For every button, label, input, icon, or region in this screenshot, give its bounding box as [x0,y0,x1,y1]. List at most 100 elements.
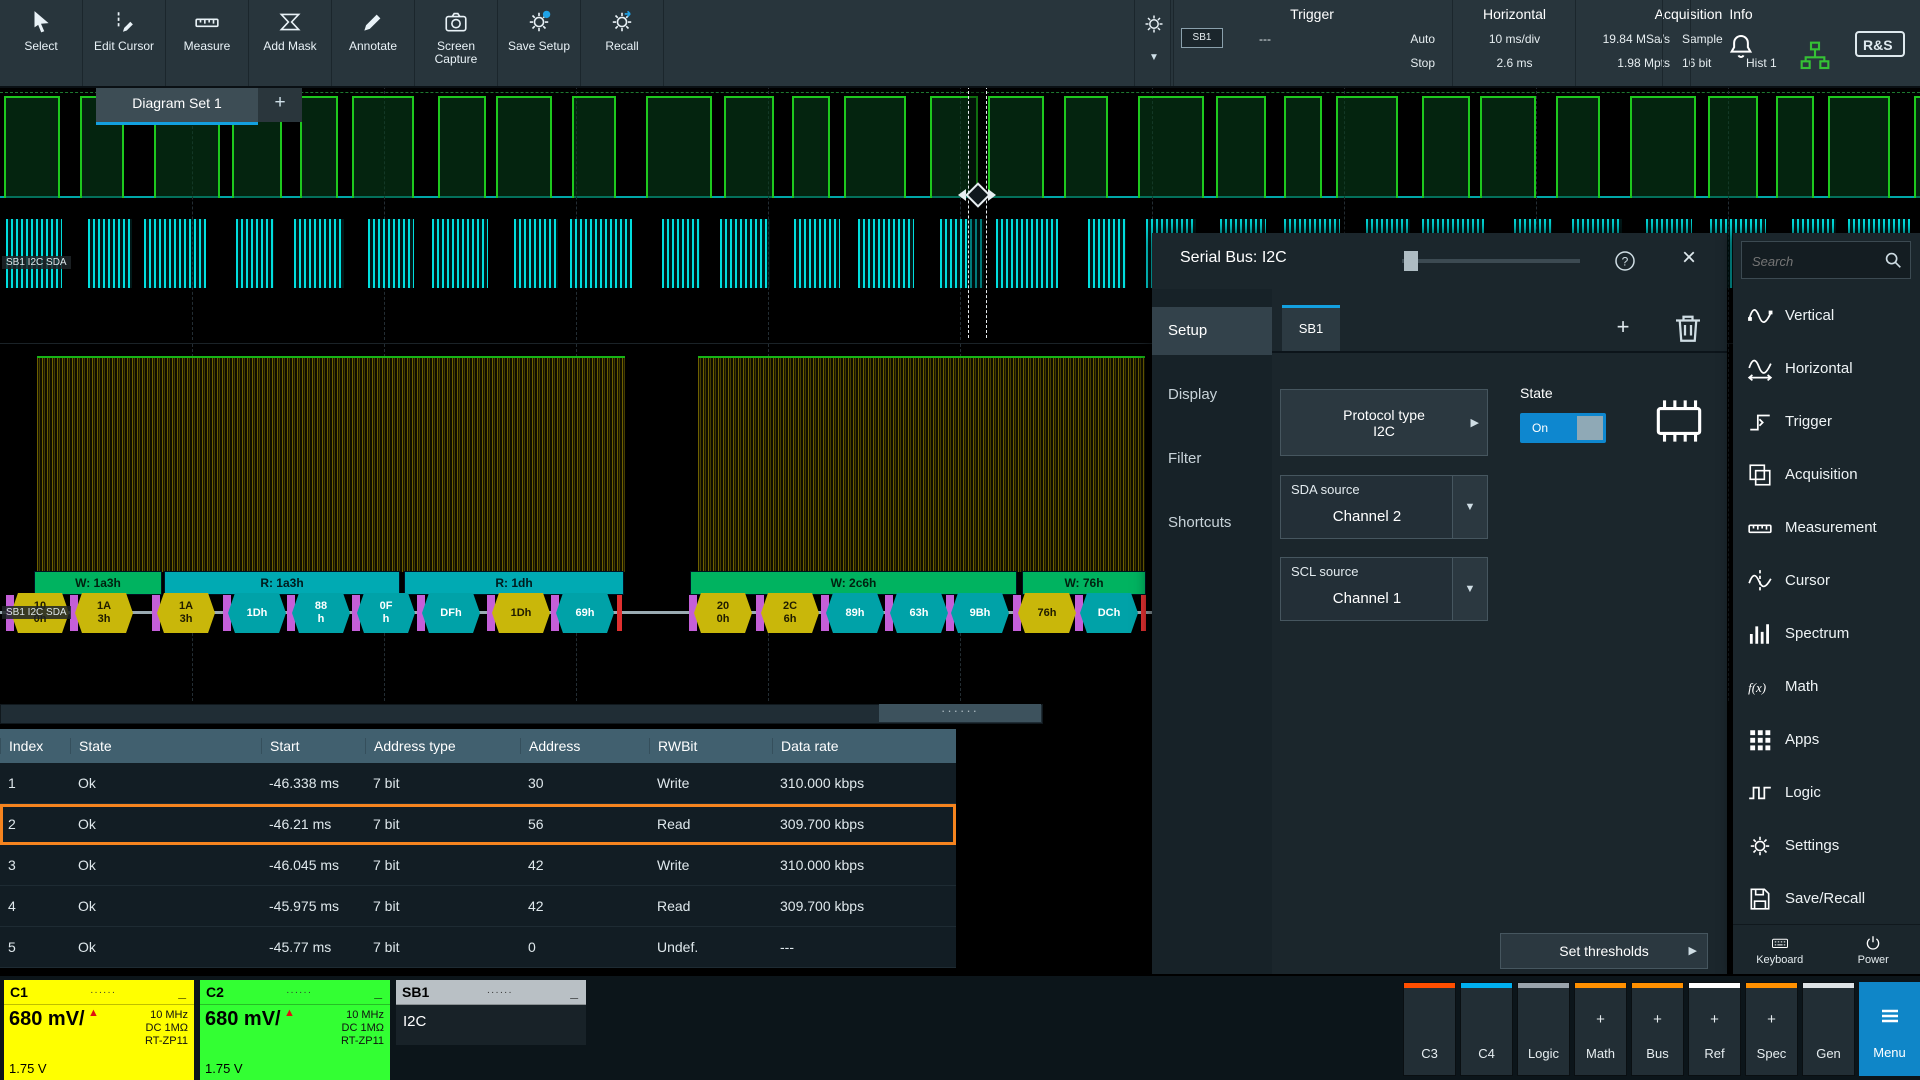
sidebar-item-save-recall[interactable]: Save/Recall [1733,872,1920,925]
add-bus-button[interactable]: + [1603,308,1643,348]
delete-bus-button[interactable] [1670,310,1706,346]
table-row-5[interactable]: 5Ok-45.77 ms7 bit0Undef.--- [0,927,956,968]
column-header-start[interactable]: Start [261,738,365,754]
state-toggle[interactable]: On [1520,413,1606,443]
channel-button-ref[interactable]: + Ref [1688,982,1741,1076]
channel-button-math[interactable]: + Math [1574,982,1627,1076]
minimize-icon[interactable]: _ [178,984,186,1000]
dropdown-arrow-icon[interactable]: ▼ [1452,558,1487,620]
close-dialog-button[interactable]: × [1676,243,1702,273]
table-row-4[interactable]: 4Ok-45.975 ms7 bit42Read309.700 kbps [0,886,956,927]
cursor-handle[interactable] [958,184,996,204]
minimize-icon[interactable]: _ [374,984,382,1000]
search-input[interactable] [1750,246,1874,276]
tab-sb1[interactable]: SB1 [1282,305,1340,351]
dialog-transparency-slider[interactable] [1402,259,1580,263]
cursor-line-left[interactable] [968,86,969,338]
column-header-state[interactable]: State [70,738,261,754]
channel-button-c4[interactable]: C4 [1460,982,1513,1076]
i2c-byte-88-h[interactable]: 88h [292,593,350,633]
i2c-frame-w-2c6h[interactable]: W: 2c6h [690,571,1017,595]
sb1-bus-badge[interactable]: SB1 ······ _ I2C [396,980,586,1080]
channel-badge-c2[interactable]: C2 ······ _ 680 mV/ ▲ 10 MHzDC 1MΩRT-ZP1… [200,980,390,1080]
tab-setup[interactable]: Setup [1152,307,1272,355]
i2c-byte-1dh[interactable]: 1Dh [492,593,550,633]
lan-status-icon[interactable] [1798,40,1832,72]
sidebar-item-apps[interactable]: Apps [1733,713,1920,766]
sidebar-item-measurement[interactable]: Measurement [1733,501,1920,554]
i2c-byte-dch[interactable]: DCh [1080,593,1138,633]
toolbar-button-select[interactable]: Select [0,0,83,86]
sidebar-item-math[interactable]: f(x) Math [1733,660,1920,713]
sidebar-item-settings[interactable]: Settings [1733,819,1920,872]
add-diagram-tab-button[interactable]: + [258,86,302,122]
keyboard-button[interactable]: Keyboard [1733,925,1827,974]
sidebar-item-spectrum[interactable]: Spectrum [1733,607,1920,660]
i2c-byte-20-0h[interactable]: 200h [694,593,752,633]
column-header-index[interactable]: Index [0,738,70,754]
i2c-byte-76h[interactable]: 76h [1018,593,1076,633]
sidebar-item-logic[interactable]: Logic [1733,766,1920,819]
tab-diagram-set-1[interactable]: Diagram Set 1 [96,86,258,125]
table-row-1[interactable]: 1Ok-46.338 ms7 bit30Write310.000 kbps [0,763,956,804]
sidebar-item-acquisition[interactable]: Acquisition [1733,448,1920,501]
sidebar-item-vertical[interactable]: Vertical [1733,289,1920,342]
i2c-frame-r-1dh[interactable]: R: 1dh [404,571,624,595]
search-box[interactable] [1741,241,1911,279]
toolbar-button-save-setup[interactable]: Save Setup [498,0,581,86]
cursor-line-right[interactable] [986,86,987,338]
dropdown-arrow-icon[interactable]: ▼ [1452,476,1487,538]
menu-button[interactable]: Menu [1859,982,1920,1076]
i2c-byte-1a-3h[interactable]: 1A3h [157,593,215,633]
i2c-byte-9bh[interactable]: 9Bh [951,593,1009,633]
toolbar-button-measure[interactable]: Measure [166,0,249,86]
channel-button-c3[interactable]: C3 [1403,982,1456,1076]
toolbar-button-annotate[interactable]: Annotate [332,0,415,86]
horizontal-scrollbar-thumb[interactable]: ······ [879,704,1041,722]
power-button[interactable]: Power [1827,925,1920,974]
channel-badge-c1[interactable]: C1 ······ _ 680 mV/ ▲ 10 MHzDC 1MΩRT-ZP1… [4,980,194,1080]
i2c-byte-1a-3h[interactable]: 1A3h [75,593,133,633]
horizontal-section[interactable]: Horizontal 10 ms/div 2.6 ms [1452,0,1576,86]
channel-button-logic[interactable]: Logic [1517,982,1570,1076]
tab-display[interactable]: Display [1152,371,1272,419]
i2c-byte-89h[interactable]: 89h [826,593,884,633]
sidebar-item-trigger[interactable]: Trigger [1733,395,1920,448]
i2c-byte-1dh[interactable]: 1Dh [228,593,286,633]
i2c-byte-69h[interactable]: 69h [556,593,614,633]
column-header-data-rate[interactable]: Data rate [772,738,955,754]
channel-button-spec[interactable]: + Spec [1745,982,1798,1076]
quick-settings-button[interactable]: ▼ [1134,0,1174,86]
trigger-section[interactable]: Trigger SB1 --- Auto Stop [1170,0,1453,86]
sidebar-item-cursor[interactable]: Cursor [1733,554,1920,607]
minimize-icon[interactable]: _ [570,984,578,1000]
protocol-type-button[interactable]: Protocol type I2C ▶ [1280,389,1488,456]
channel-button-gen[interactable]: Gen [1802,982,1855,1076]
column-header-rwbit[interactable]: RWBit [649,738,772,754]
channel-button-bus[interactable]: + Bus [1631,982,1684,1076]
i2c-frame-w-1a3h[interactable]: W: 1a3h [34,571,162,595]
slider-knob[interactable] [1404,251,1418,271]
column-header-address[interactable]: Address [520,738,649,754]
column-header-address-type[interactable]: Address type [365,738,520,754]
set-thresholds-button[interactable]: Set thresholds ▶ [1500,933,1708,969]
table-row-3[interactable]: 3Ok-46.045 ms7 bit42Write310.000 kbps [0,845,956,886]
info-section[interactable]: Info [1690,0,1791,86]
i2c-frame-r-1a3h[interactable]: R: 1a3h [164,571,400,595]
sidebar-item-horizontal[interactable]: Horizontal [1733,342,1920,395]
i2c-byte-63h[interactable]: 63h [890,593,948,633]
i2c-byte-dfh[interactable]: DFh [422,593,480,633]
tab-filter[interactable]: Filter [1152,435,1272,483]
toolbar-button-add-mask[interactable]: Add Mask [249,0,332,86]
toolbar-button-edit-cursor[interactable]: Edit Cursor [83,0,166,86]
sda-source-select[interactable]: SDA source Channel 2 ▼ [1280,475,1488,539]
tab-shortcuts[interactable]: Shortcuts [1152,499,1272,547]
toolbar-button-recall[interactable]: Recall [581,0,664,86]
table-row-2[interactable]: 2Ok-46.21 ms7 bit56Read309.700 kbps [0,804,956,845]
scl-source-select[interactable]: SCL source Channel 1 ▼ [1280,557,1488,621]
help-button[interactable]: ? [1613,249,1637,273]
toolbar-button-screen-capture[interactable]: Screen Capture [415,0,498,86]
i2c-byte-0f-h[interactable]: 0Fh [357,593,415,633]
i2c-frame-w-76h[interactable]: W: 76h [1022,571,1146,595]
i2c-byte-2c-6h[interactable]: 2C6h [761,593,819,633]
